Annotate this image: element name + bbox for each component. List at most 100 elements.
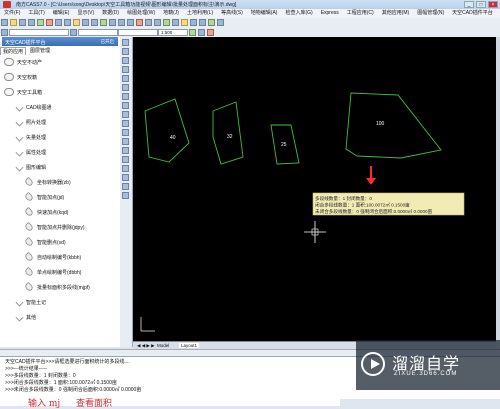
tree-item[interactable]: 智能加点(jd) — [23, 191, 64, 203]
open-file-icon[interactable] — [10, 19, 17, 26]
layer-state-icon[interactable] — [172, 19, 179, 26]
tree-item[interactable]: 矢量处理 — [15, 132, 46, 142]
help-icon[interactable] — [217, 19, 224, 26]
new-file-icon[interactable] — [1, 19, 8, 26]
text-icon[interactable] — [181, 19, 188, 26]
close-button[interactable]: × — [488, 1, 498, 8]
rectangle-tool-icon[interactable] — [122, 75, 129, 82]
undo-icon[interactable] — [82, 19, 89, 26]
copy-icon[interactable] — [55, 19, 62, 26]
tree-item[interactable]: 快速加点(kqd) — [23, 206, 68, 218]
command-input[interactable]: 输入 mj 查看面积 — [0, 396, 340, 409]
menu-sheet[interactable]: 图幅管理(N) — [413, 9, 448, 18]
tab-model[interactable]: Model — [157, 343, 169, 348]
tree-item[interactable]: 天空工具箱 — [4, 87, 42, 97]
match-properties-icon[interactable] — [73, 19, 80, 26]
maximize-button[interactable]: □ — [476, 1, 486, 8]
rotate-tool-icon[interactable] — [122, 174, 129, 181]
parcel-polygon-100[interactable] — [345, 92, 442, 159]
parcel-polygon-40[interactable] — [144, 98, 190, 163]
panel-open-button[interactable]: 已开启 — [101, 39, 115, 45]
hatch-icon[interactable] — [199, 19, 206, 26]
tree-item[interactable]: CAD绘图通 — [15, 102, 52, 112]
point-tool-icon[interactable] — [122, 129, 129, 136]
tree-item[interactable]: 智能删点(sd) — [23, 236, 66, 248]
menu-express[interactable]: Express — [317, 9, 343, 18]
trim-tool-icon[interactable] — [122, 183, 129, 190]
paste-icon[interactable] — [64, 19, 71, 26]
layer-dropdown[interactable] — [9, 29, 69, 36]
tree-item[interactable]: 其他 — [15, 312, 36, 322]
menu-other[interactable]: 其他应用(M) — [378, 9, 414, 18]
zoom-realtime-icon[interactable] — [109, 19, 116, 26]
ellipse-tool-icon[interactable] — [122, 111, 129, 118]
scale-dropdown[interactable]: 1:500 — [158, 29, 188, 36]
properties-icon[interactable] — [136, 19, 143, 26]
tool-palette-icon[interactable] — [154, 19, 161, 26]
pan-icon[interactable] — [100, 19, 107, 26]
tree-item[interactable]: 批量标面积多段线(mjpf) — [23, 281, 90, 293]
menu-feature-edit[interactable]: 地物编辑(A) — [247, 9, 282, 18]
menu-tools[interactable]: 工具(T) — [24, 9, 48, 18]
tree-item[interactable]: 天空不动产 — [4, 57, 42, 67]
minimize-button[interactable]: _ — [464, 1, 474, 8]
menu-file[interactable]: 文件(F) — [0, 9, 24, 18]
tree-item[interactable]: 属性处理 — [15, 147, 46, 157]
linetype-dropdown[interactable] — [118, 29, 158, 36]
preview-icon[interactable] — [37, 19, 44, 26]
menu-check[interactable]: 检查入库(G) — [281, 9, 316, 18]
save-icon[interactable] — [19, 19, 26, 26]
menu-engineering[interactable]: 工程应用(C) — [343, 9, 378, 18]
tree-item[interactable]: 单点绘制编号(dbbh) — [23, 266, 81, 278]
menu-data[interactable]: 数据(D) — [98, 9, 123, 18]
polygon-tool-icon[interactable] — [122, 66, 129, 73]
hatch-tool-icon[interactable] — [122, 138, 129, 145]
region-tool-icon[interactable] — [122, 147, 129, 154]
measure-icon[interactable] — [198, 29, 205, 36]
parcel-polygon-32[interactable] — [212, 101, 244, 165]
tree-item[interactable]: 照片处理 — [15, 117, 46, 127]
redo-icon[interactable] — [91, 19, 98, 26]
tree-item[interactable]: 智能土记 — [15, 297, 46, 307]
make-current-icon[interactable] — [70, 29, 77, 36]
spline-tool-icon[interactable] — [122, 102, 129, 109]
menu-contour[interactable]: 等高线(S) — [217, 9, 247, 18]
move-tool-icon[interactable] — [122, 165, 129, 172]
menu-landuse[interactable]: 土地利用(L) — [183, 9, 217, 18]
mtext-tool-icon[interactable] — [122, 156, 129, 163]
tab-layout1[interactable]: Layout1 — [179, 343, 200, 348]
tree-item[interactable]: 自动绘制编号(kbbh) — [23, 251, 81, 263]
circle-tool-icon[interactable] — [122, 93, 129, 100]
arc-tool-icon[interactable] — [122, 84, 129, 91]
erase-icon[interactable] — [207, 29, 214, 36]
dimension-icon[interactable] — [190, 19, 197, 26]
line-tool-icon[interactable] — [122, 48, 129, 55]
zoom-window-icon[interactable] — [118, 19, 125, 26]
block-icon[interactable] — [208, 19, 215, 26]
tab-my-apps[interactable]: 我的应用 — [0, 47, 27, 55]
tree-item[interactable]: 坐标转换器(zb) — [23, 176, 71, 188]
tree-item[interactable]: 天空权籍 — [4, 72, 37, 82]
layer-icon[interactable] — [163, 19, 170, 26]
draw-order-icon[interactable] — [189, 29, 196, 36]
insert-block-icon[interactable] — [122, 120, 129, 127]
extend-tool-icon[interactable] — [122, 192, 129, 199]
tab-layer-manager[interactable]: 图层管理 — [28, 47, 52, 55]
menu-edit[interactable]: 编辑(E) — [49, 9, 74, 18]
select-tool-icon[interactable] — [122, 39, 129, 46]
zoom-previous-icon[interactable] — [127, 19, 134, 26]
cut-icon[interactable] — [46, 19, 53, 26]
menu-cadastral[interactable]: 地籍(J) — [159, 9, 183, 18]
color-dropdown[interactable] — [78, 29, 118, 36]
menu-view[interactable]: 显示(V) — [73, 9, 98, 18]
design-center-icon[interactable] — [145, 19, 152, 26]
layer-manager-icon[interactable] — [1, 29, 8, 36]
tree-item[interactable]: 智能加点并删除(jdpy) — [23, 221, 85, 233]
print-icon[interactable] — [28, 19, 35, 26]
tree-item[interactable]: 图形编辑 — [15, 162, 46, 172]
menu-plugin[interactable]: 天空CAD插件平台 — [448, 9, 497, 18]
drawing-canvas[interactable]: 40 32 25 100 多段线数量：1 封闭数量：0 闭合多段线数量：1 面积… — [133, 37, 496, 341]
polyline-tool-icon[interactable] — [122, 57, 129, 64]
menu-draw[interactable]: 绘图处理(W) — [123, 9, 159, 18]
vertical-scrollbar[interactable] — [496, 37, 500, 341]
